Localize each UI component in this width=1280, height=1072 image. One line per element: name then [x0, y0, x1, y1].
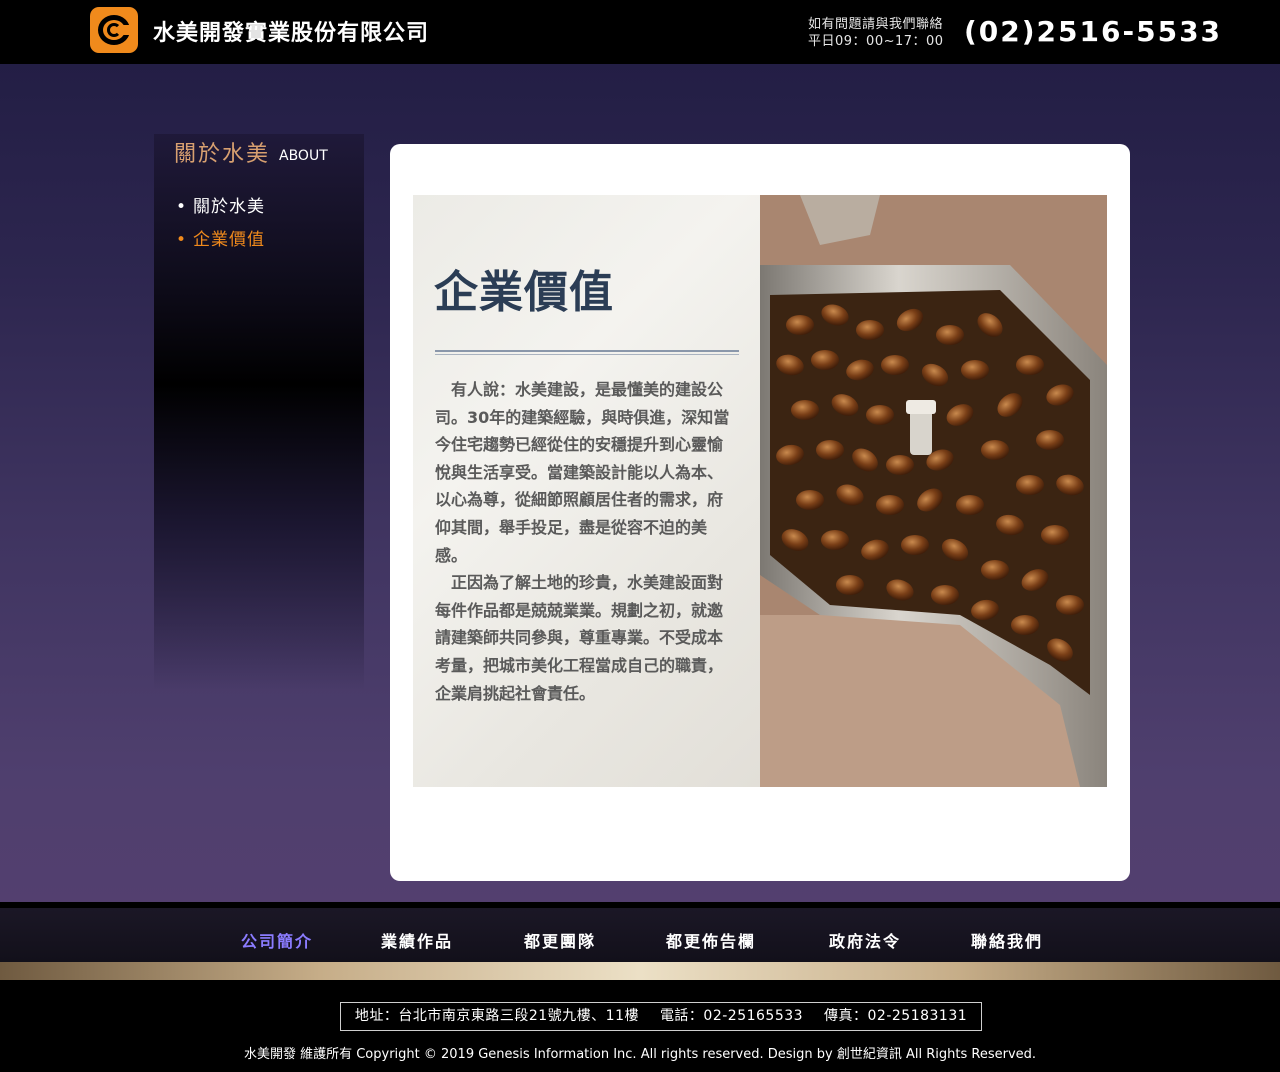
nav-item-bulletin[interactable]: 都更佈告欄 — [666, 928, 756, 952]
sidebar-panel — [154, 134, 364, 690]
sidebar-item-label: 企業價值 — [193, 230, 266, 250]
paragraph-2: 正因為了解土地的珍貴，水美建設面對每件作品都是兢兢業業。規劃之初，就邀請建築師共… — [435, 573, 724, 703]
nav-item-renewal-team[interactable]: 都更團隊 — [524, 928, 596, 952]
footer-address: 地址：台北市南京東路三段21號九樓、11樓 — [354, 1008, 639, 1024]
title-divider — [435, 350, 739, 355]
phone-number: (02)2516-5533 — [964, 15, 1223, 48]
main-nav — [0, 908, 1280, 962]
body-text: 有人說：水美建設，是最懂美的建設公司。30年的建築經驗，與時俱進，深知當今住宅趨… — [435, 376, 735, 707]
nav-item-regulations[interactable]: 政府法令 — [829, 928, 901, 952]
nav-item-portfolio[interactable]: 業績作品 — [381, 928, 453, 952]
bullet-icon: • — [176, 230, 188, 250]
site-header: 水美開發實業股份有限公司 如有問題請與我們聯絡 平日09：00~17：00 (0… — [0, 0, 1280, 64]
page-title: 企業價值 — [434, 267, 614, 318]
bullet-icon: • — [176, 197, 188, 217]
address-box: 地址：台北市南京東路三段21號九樓、11樓 電話：02-25165533 傳真：… — [340, 1002, 982, 1031]
copyright: 水美開發 維護所有 Copyright © 2019 Genesis Infor… — [243, 1047, 1037, 1062]
sidebar-item-corporate-value[interactable]: • 企業價值 — [176, 225, 265, 250]
sidebar-item-about[interactable]: • 關於水美 — [176, 192, 265, 217]
gold-divider — [0, 962, 1280, 980]
contact-hours: 如有問題請與我們聯絡 平日09：00~17：00 — [808, 16, 944, 50]
nav-item-company-intro[interactable]: 公司簡介 — [241, 928, 313, 952]
nav-item-contact[interactable]: 聯絡我們 — [971, 928, 1043, 952]
contact-line-2: 平日09：00~17：00 — [808, 34, 944, 49]
company-name[interactable]: 水美開發實業股份有限公司 — [153, 15, 429, 47]
sidebar-item-label: 關於水美 — [193, 197, 266, 217]
coffee-grinder-illustration — [760, 195, 1107, 787]
company-logo-icon[interactable] — [90, 7, 138, 53]
contact-line-1: 如有問題請與我們聯絡 — [808, 17, 944, 32]
coffee-beans-photo — [760, 195, 1107, 787]
paragraph-1: 有人說：水美建設，是最懂美的建設公司。30年的建築經驗，與時俱進，深知當今住宅趨… — [435, 380, 730, 565]
footer-fax: 傳真：02-25183131 — [824, 1008, 968, 1024]
sidebar-title-en: ABOUT — [279, 148, 328, 164]
sidebar-title: 關於水美 — [174, 142, 271, 167]
footer-tel: 電話：02-25165533 — [659, 1008, 804, 1024]
